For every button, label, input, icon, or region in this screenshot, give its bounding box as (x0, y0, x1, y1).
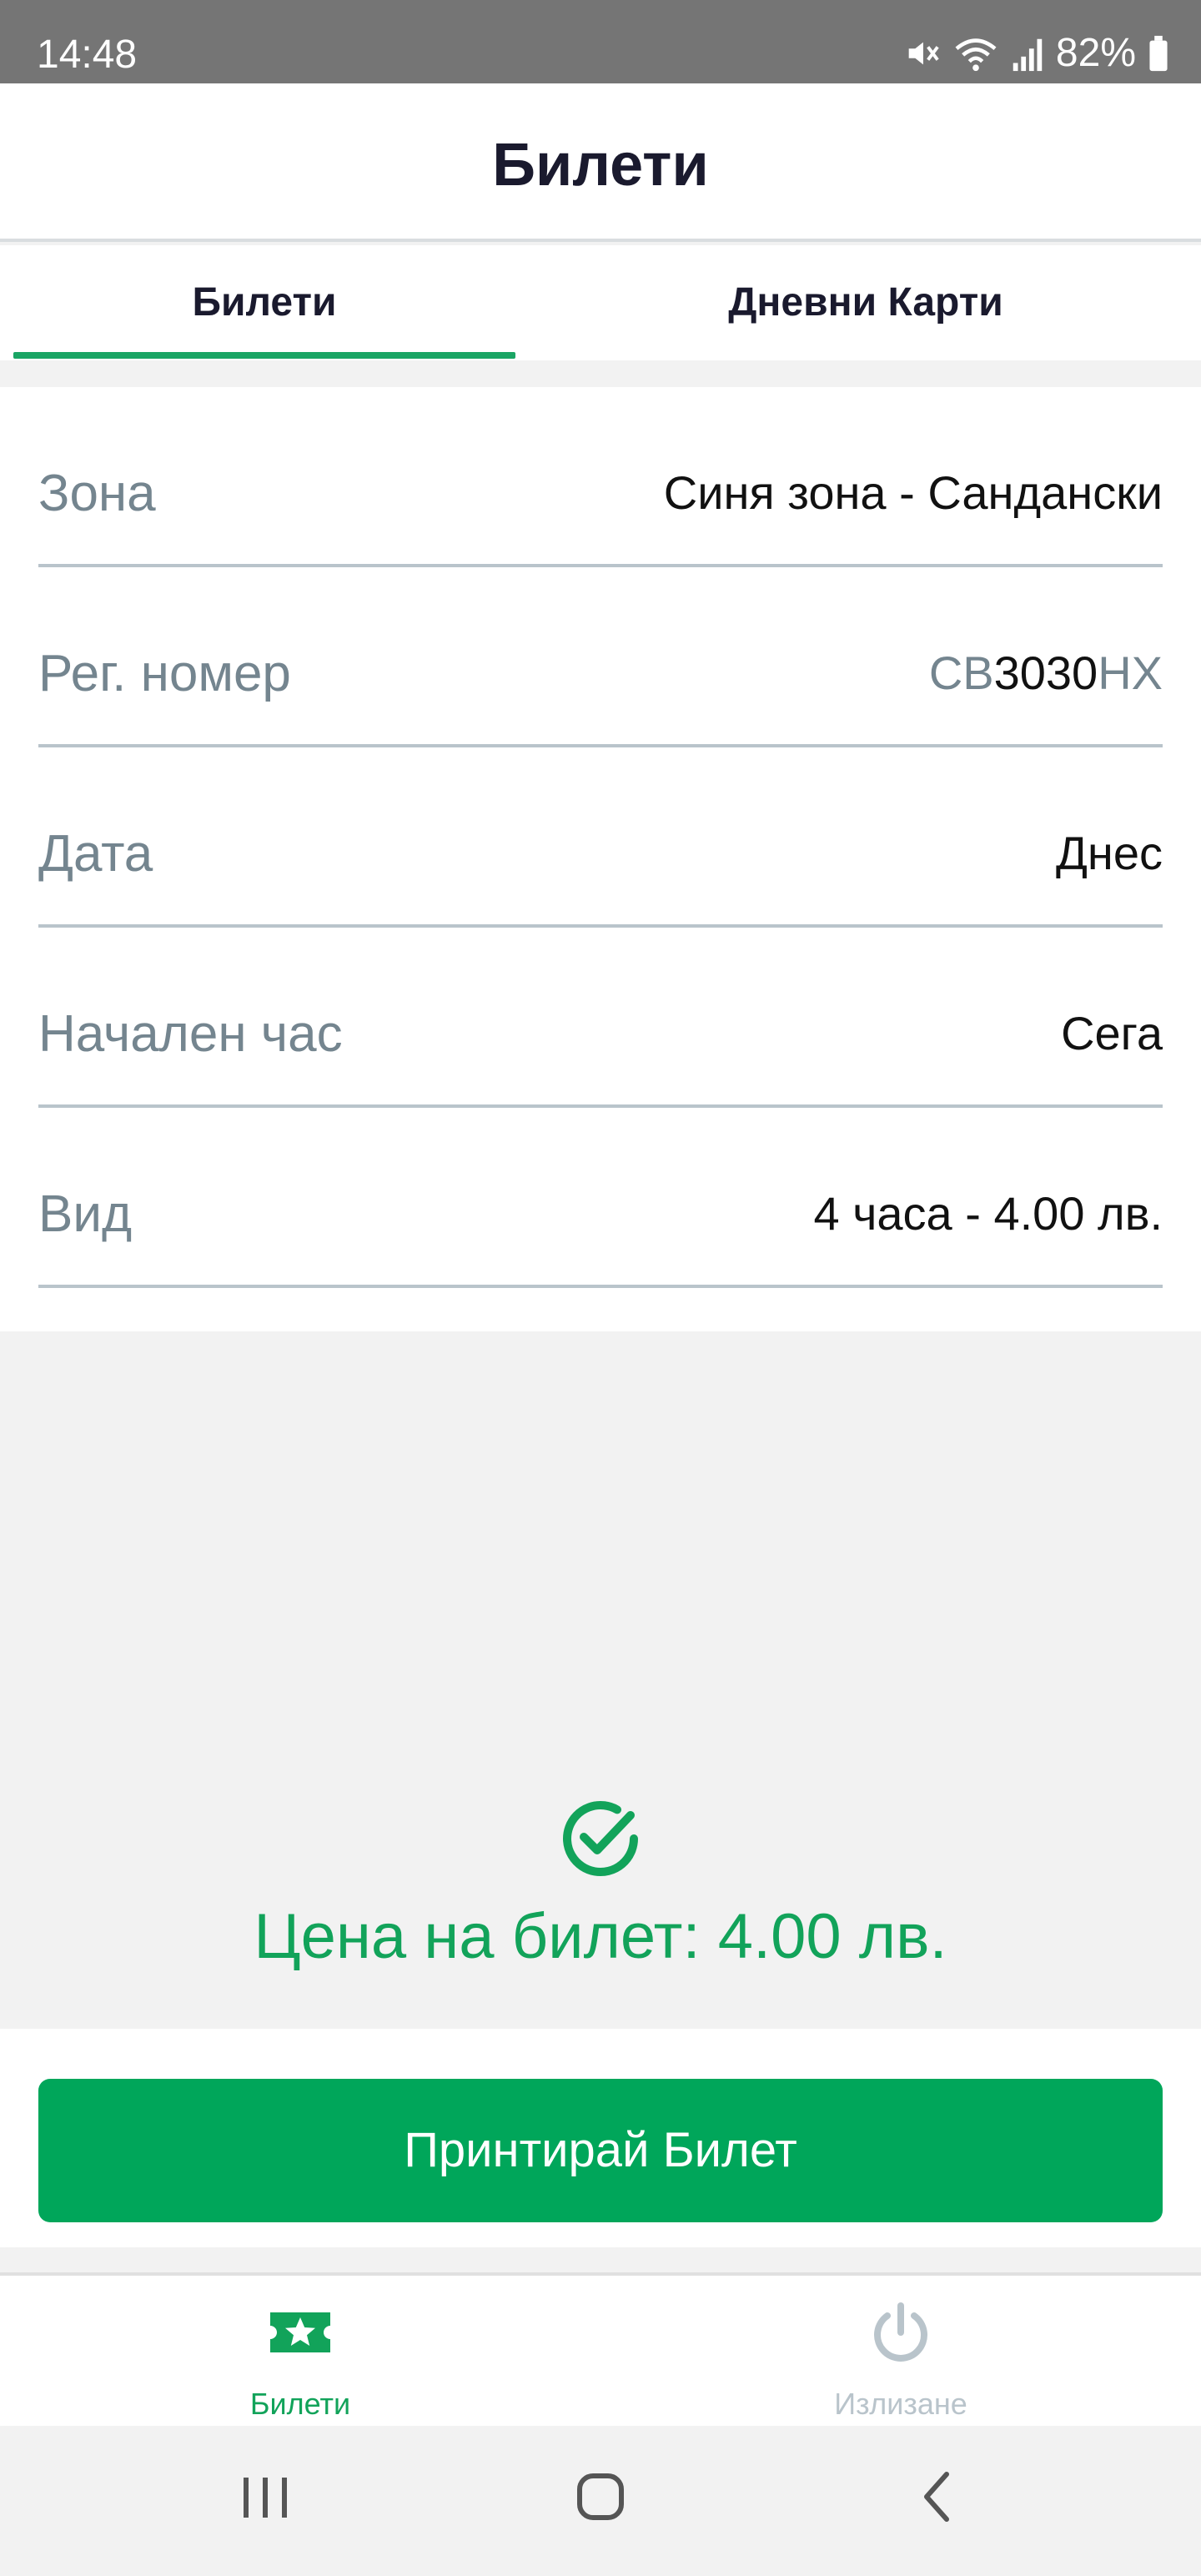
page-title: Билети (492, 132, 709, 199)
mute-icon (902, 34, 941, 73)
home-icon[interactable] (550, 2468, 651, 2551)
zone-row[interactable]: Зона Синя зона - Сандански (38, 387, 1163, 567)
app-header: Билети (0, 83, 1201, 242)
plate-row[interactable]: Рег. номер СВ3030НХ (38, 567, 1163, 747)
system-nav-bar (0, 2426, 1201, 2576)
status-time: 14:48 (37, 33, 138, 77)
type-row[interactable]: Вид 4 часа - 4.00 лв. (38, 1108, 1163, 1288)
type-label: Вид (38, 1185, 133, 1243)
active-tab-indicator (13, 352, 515, 359)
back-icon[interactable] (887, 2468, 987, 2551)
tab-day-cards[interactable]: Дневни Карти (599, 245, 1133, 360)
power-icon (867, 2299, 934, 2366)
recents-icon[interactable] (215, 2468, 315, 2551)
nav-item-logout[interactable]: Излизане (600, 2276, 1201, 2429)
ticket-price: Цена на билет: 4.00 лв. (254, 1901, 947, 1972)
print-ticket-button[interactable]: Принтирай Билет (38, 2079, 1163, 2222)
plate-suffix: НХ (1098, 647, 1163, 699)
start-time-label: Начален час (38, 1005, 343, 1063)
zone-label: Зона (38, 465, 156, 522)
start-time-row[interactable]: Начален час Сега (38, 928, 1163, 1108)
plate-number: 3030 (993, 647, 1098, 699)
plate-label: Рег. номер (38, 645, 291, 702)
signal-icon (1011, 34, 1044, 73)
check-circle-icon (557, 1795, 644, 1882)
status-icons: 82% (902, 28, 1169, 78)
battery-icon (1148, 34, 1169, 73)
ticket-form: Зона Синя зона - Сандански Рег. номер СВ… (0, 387, 1201, 1331)
type-value: 4 часа - 4.00 лв. (813, 1187, 1163, 1240)
plate-prefix: СВ (928, 647, 994, 699)
tab-bar: Билети Дневни Карти (0, 245, 1201, 360)
date-label: Дата (38, 825, 153, 883)
start-time-value: Сега (1061, 1007, 1163, 1059)
nav-label-logout: Излизане (834, 2387, 967, 2421)
bottom-nav: Билети Излизане (0, 2272, 1201, 2426)
date-value: Днес (1056, 827, 1163, 879)
nav-label-tickets: Билети (249, 2387, 351, 2421)
ticket-star-icon (267, 2299, 334, 2366)
status-bar: 14:48 82% (0, 0, 1201, 83)
battery-percent: 82% (1055, 31, 1136, 75)
zone-value: Синя зона - Сандански (663, 466, 1163, 519)
wifi-icon (952, 34, 999, 73)
date-row[interactable]: Дата Днес (38, 747, 1163, 928)
action-area: Принтирай Билет (0, 2029, 1201, 2247)
plate-value: СВ3030НХ (929, 644, 1163, 702)
tab-tickets[interactable]: Билети (13, 245, 515, 360)
nav-item-tickets[interactable]: Билети (0, 2276, 600, 2429)
